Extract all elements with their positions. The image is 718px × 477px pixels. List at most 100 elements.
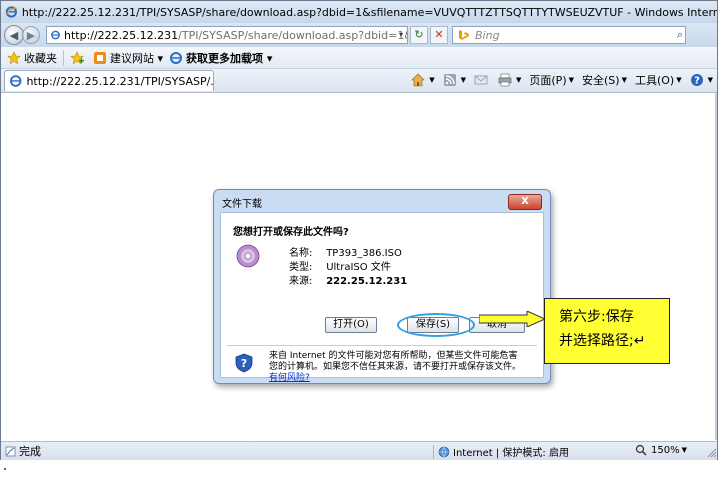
home-icon [411,73,425,87]
refresh-icon: ↻ [414,28,424,41]
tools-menu-label: 工具(O) [634,74,675,87]
zoom-control[interactable]: 150% ▼ [635,444,687,456]
forward-arrow-icon: ▶ [26,28,36,42]
feeds-dropdown-icon[interactable]: ▼ [461,76,466,84]
safety-dropdown-icon: ▼ [621,76,627,84]
search-icon[interactable]: ⌕ [677,28,683,42]
warning-line-1: 来自 Internet 的文件可能对您有所帮助，但某些文件可能危害 [269,351,518,361]
title-bar: http://222.25.12.231/TPI/SYSASP/share/do… [1,1,717,23]
step-callout: 第六步:保存 并选择路径;↵ [544,298,670,364]
page-icon [51,30,60,40]
open-button[interactable]: 打开(O) [325,317,377,333]
favorites-divider [63,49,64,66]
ie-logo-icon [5,6,18,18]
page-dropdown-icon: ▼ [568,76,574,84]
tab-title: http://222.25.12.231/TPI/SYSASP/... [26,74,213,88]
tools-menu[interactable]: 工具(O) ▼ [635,72,682,88]
back-button[interactable]: ◀ [4,25,24,45]
stop-button[interactable]: ✕ [430,26,448,44]
address-bar[interactable]: http://222.25.12.231 /TPI/SYSASP/share/d… [46,26,408,44]
dialog-close-button[interactable]: X [508,194,542,210]
svg-text:?: ? [694,76,700,87]
address-row: ◀ ▶ http://222.25.12.231 /TPI/SYSASP/sha… [1,23,717,47]
back-arrow-icon: ◀ [9,28,19,42]
dialog-body: 您想打开或保存此文件吗? 名称: TP393_386.ISO 类型: Ultra… [220,212,544,383]
stray-mark [4,468,6,470]
resize-grip-icon[interactable] [705,446,717,458]
dialog-title: 文件下载 [222,199,262,210]
dialog-divider [227,345,537,346]
zone-text: Internet | 保护模式: 启用 [453,448,569,459]
help-dropdown-icon[interactable]: ▼ [708,76,713,84]
browser-tab[interactable]: http://222.25.12.231/TPI/SYSASP/... [4,70,214,91]
ie-addon-icon [170,51,183,64]
safety-menu[interactable]: 安全(S) ▼ [582,72,627,88]
callout-line-2: 并选择路径;↵ [559,333,646,349]
status-done: 完成 [5,443,41,459]
file-source-row: 来源: 222.25.12.231 [289,272,407,287]
file-type-row: 类型: UltraISO 文件 [289,258,391,273]
refresh-button[interactable]: ↻ [410,26,428,44]
security-zone[interactable]: Internet | 保护模式: 启用 [429,444,569,459]
address-dropdown-icon[interactable]: ▾ [395,27,407,43]
suggested-sites-icon [94,51,106,64]
get-addons-button[interactable]: 获取更多加载项 ▾ [169,50,272,66]
status-bar: 完成 Internet | 保护模式: 启用 150% ▼ [1,441,717,460]
print-button[interactable]: ▼ [498,73,521,87]
status-text: 完成 [19,445,41,458]
file-type-label: 类型: [289,262,313,273]
security-warning: 来自 Internet 的文件可能对您有所帮助，但某些文件可能危害 您的计算机。… [269,351,535,384]
zone-divider [433,444,434,459]
help-icon: ? [690,74,703,87]
favorites-label: 收藏夹 [24,51,57,65]
feeds-button[interactable]: ▼ [443,73,466,87]
mail-icon [474,75,488,85]
page-menu-label: 页面(P) [529,74,567,87]
open-button-label: 打开(O) [333,319,369,330]
get-addons-label: 获取更多加载项 ▾ [186,51,273,65]
stop-icon: ✕ [434,28,444,41]
browser-window: http://222.25.12.231/TPI/SYSASP/share/do… [0,0,718,460]
callout-line-1: 第六步:保存 [559,309,634,325]
file-name-row: 名称: TP393_386.ISO [289,244,402,259]
tools-dropdown-icon: ▼ [676,76,682,84]
favorites-button[interactable]: 收藏夹 [7,50,57,66]
add-favorite-button[interactable] [70,50,87,65]
home-dropdown-icon[interactable]: ▼ [429,76,434,84]
command-bar: ▼ ▼ ▼ 页面(P) ▼ 安全(S) ▼ 工具(O) ▼ ? ▼ [403,72,713,88]
page-menu[interactable]: 页面(P) ▼ [529,72,574,88]
callout-arrow [479,311,545,327]
risk-link[interactable]: 有何风险? [269,373,535,384]
window-title: http://222.25.12.231/TPI/SYSASP/share/do… [21,5,717,19]
close-icon: X [521,196,529,207]
zoom-level: 150% [651,444,680,456]
shield-icon: ? [235,353,253,373]
svg-text:?: ? [241,357,247,370]
star-icon [7,50,21,64]
file-source-value: 222.25.12.231 [326,276,408,287]
file-download-dialog: 文件下载 X 您想打开或保存此文件吗? 名称: TP393_386.ISO 类型… [213,189,551,384]
search-placeholder: Bing [475,28,500,42]
favorites-bar: 收藏夹 建议网站 ▾ 获取更多加载项 ▾ [1,47,717,69]
zoom-icon [635,444,647,456]
safety-menu-label: 安全(S) [582,74,620,87]
home-button[interactable]: ▼ [411,73,435,87]
tab-bar: http://222.25.12.231/TPI/SYSASP/... ▼ ▼ [1,69,717,93]
zoom-dropdown-icon: ▼ [681,446,687,454]
add-star-icon [70,50,84,64]
print-dropdown-icon[interactable]: ▼ [516,76,521,84]
forward-button[interactable]: ▶ [22,26,40,44]
mail-button[interactable] [474,73,490,87]
file-name-label: 名称: [289,248,313,259]
search-box[interactable]: Bing ⌕ [452,26,686,44]
save-highlight-ring [397,313,475,337]
disc-file-icon [236,244,260,268]
rss-icon [443,74,456,86]
dialog-question: 您想打开或保存此文件吗? [233,227,349,238]
bing-icon [459,30,469,40]
file-source-label: 来源: [289,276,313,287]
help-button[interactable]: ? ▼ [690,73,713,87]
tab-page-icon [9,75,22,87]
suggested-sites-button[interactable]: 建议网站 ▾ [93,50,163,66]
right-edge [715,93,717,440]
